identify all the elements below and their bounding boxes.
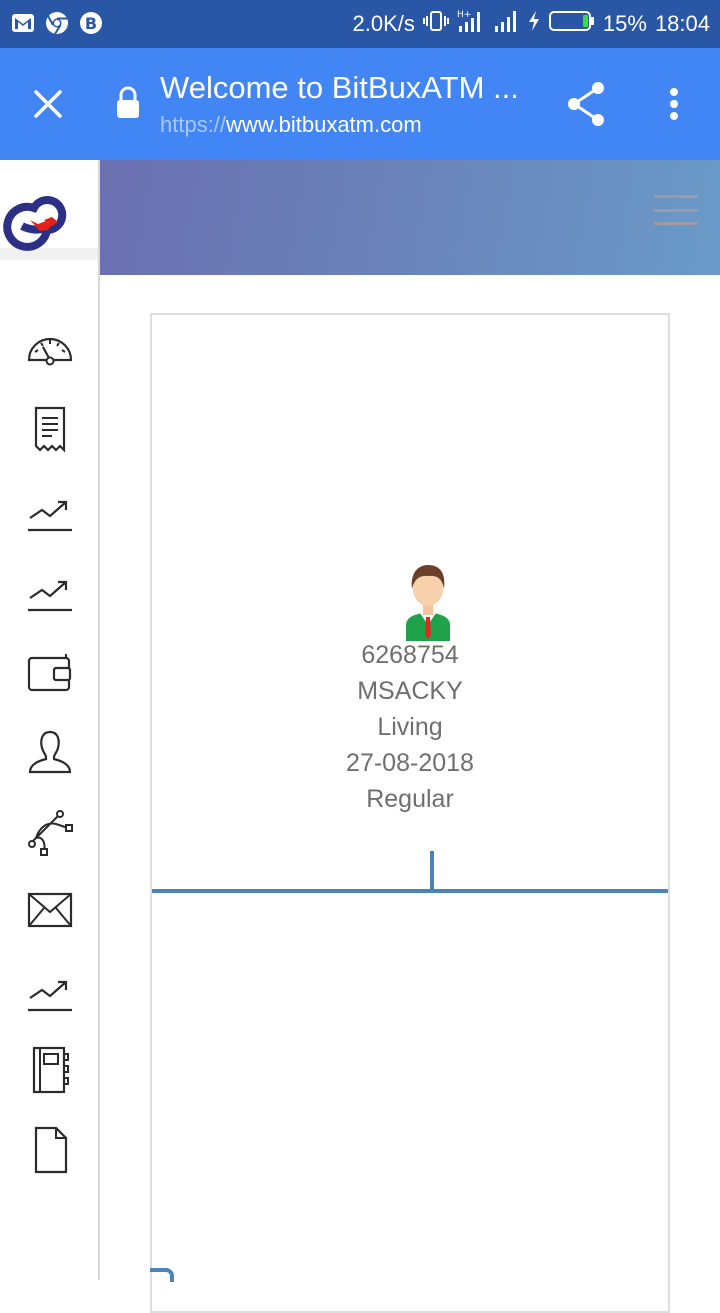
url-scheme: https:// [160, 112, 227, 137]
svg-text:B: B [85, 14, 97, 33]
nav-network[interactable] [22, 804, 78, 860]
hamburger-line [654, 222, 698, 225]
member-type: Regular [366, 785, 454, 813]
status-left-icons: B [10, 10, 104, 36]
share-button[interactable] [562, 80, 614, 128]
member-name: MSACKY [357, 677, 463, 705]
nav-stats-1[interactable] [22, 486, 78, 542]
chrome-icon [44, 10, 70, 36]
page-url[interactable]: https://www.bitbuxatm.com [160, 112, 422, 138]
nav-stats-3[interactable] [22, 966, 78, 1022]
page-title[interactable]: Welcome to BitBuxATM ... [160, 70, 540, 106]
hamburger-line [654, 195, 698, 198]
url-host: www.bitbuxatm.com [226, 112, 422, 137]
menu-dot [670, 112, 678, 120]
more-vertical-icon[interactable] [656, 82, 692, 126]
dashboard-icon [27, 337, 73, 366]
logo[interactable] [0, 160, 98, 260]
nav-profile[interactable] [22, 724, 78, 780]
browser-toolbar: Welcome to BitBuxATM ... https://www.bit… [0, 48, 720, 160]
battery-icon [548, 10, 595, 38]
nav-wallet[interactable] [22, 644, 78, 700]
bitcoin-icon: B [78, 10, 104, 36]
receipt-icon [34, 406, 66, 453]
member-status: Living [377, 713, 443, 741]
member-id: 6268754 [361, 641, 459, 669]
svg-text:H+: H+ [457, 10, 471, 20]
signal-h-plus-icon: H+ [457, 8, 485, 40]
status-right: 2.0K/s H+ 15% 18:04 [353, 0, 710, 48]
member-date: 27-08-2018 [346, 749, 474, 777]
network-icon [28, 810, 73, 856]
member-info: 6268754 MSACKY Living 27-08-2018 Regular [152, 637, 668, 817]
sidebar [0, 160, 100, 1280]
document-icon [34, 1126, 68, 1174]
notebook-icon [32, 1046, 69, 1094]
nav-document[interactable] [22, 1122, 78, 1178]
gmail-icon [10, 10, 36, 36]
menu-dot [670, 100, 678, 108]
nav-stats-2[interactable] [22, 566, 78, 622]
net-speed: 2.0K/s [352, 11, 415, 36]
hamburger-icon[interactable] [654, 195, 698, 225]
bitbux-logo [3, 196, 67, 251]
tree-connector-horizontal [152, 889, 668, 893]
close-icon [34, 90, 62, 118]
close-button[interactable] [24, 78, 72, 130]
charging-icon [527, 10, 541, 38]
vibrate-icon [422, 10, 449, 38]
status-bar: B 2.0K/s H+ 15% 18:04 [0, 0, 720, 48]
trending-up-icon [28, 980, 72, 1012]
nav-receipts[interactable] [22, 402, 78, 458]
signal-icon [493, 10, 519, 38]
nav-dashboard[interactable] [22, 322, 78, 378]
nav-notebook[interactable] [22, 1042, 78, 1098]
user-avatar-icon[interactable] [398, 559, 458, 641]
wallet-icon [27, 654, 72, 692]
user-icon [28, 730, 72, 774]
hamburger-line [654, 208, 698, 212]
header-band [100, 160, 720, 275]
mail-icon [27, 892, 73, 928]
menu-dot [670, 88, 678, 96]
share-icon [568, 82, 604, 126]
trending-up-icon [28, 580, 72, 612]
trending-up-icon [28, 500, 72, 532]
nav-messages[interactable] [22, 882, 78, 938]
clock: 18:04 [654, 11, 710, 36]
tree-connector-vertical [430, 851, 434, 891]
member-card: 6268754 MSACKY Living 27-08-2018 Regular [150, 313, 670, 1313]
battery-level: 15% [602, 11, 647, 36]
lock-icon [114, 86, 142, 120]
